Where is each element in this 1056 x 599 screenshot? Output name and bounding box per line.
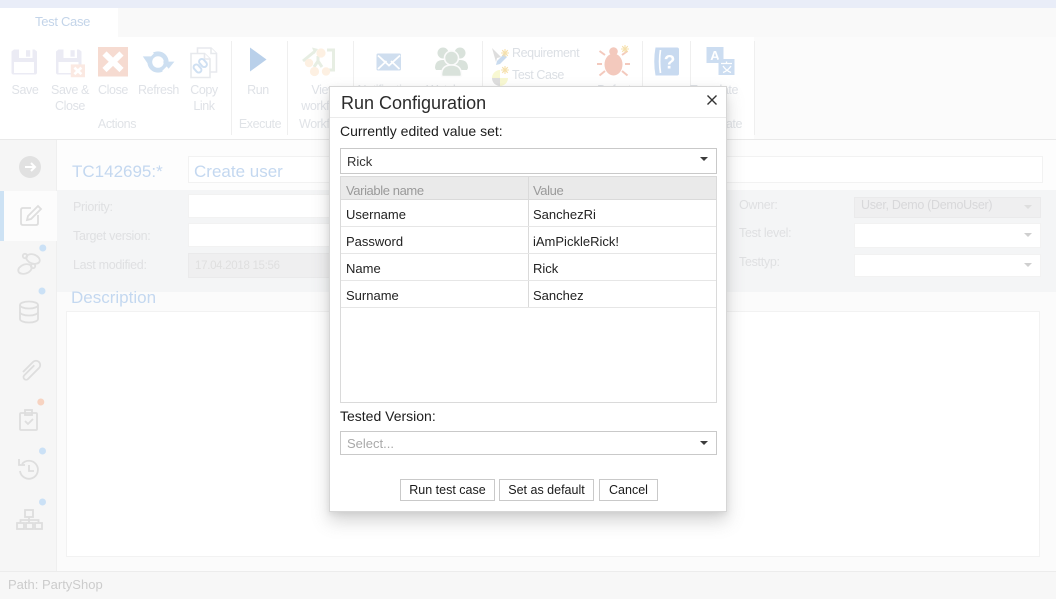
svg-text:?: ? <box>664 53 676 74</box>
